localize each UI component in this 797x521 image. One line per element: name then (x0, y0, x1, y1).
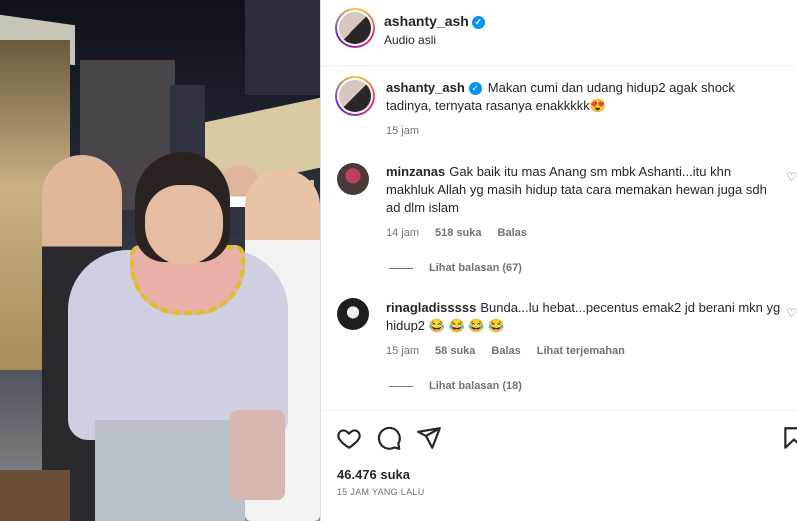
post-author-username[interactable]: ashanty_ash (384, 13, 469, 29)
comment-like-icon[interactable]: ♡ (786, 170, 797, 184)
verified-icon: ✓ (468, 82, 482, 95)
replies-divider (389, 267, 413, 269)
comment-time[interactable]: 15 jam (386, 345, 419, 357)
caption-text: ashanty_ash ✓ Makan cumi dan udang hidup2 … (386, 79, 781, 115)
replies-divider (389, 385, 413, 387)
caption-avatar[interactable] (335, 76, 375, 116)
comment-text: rinagladisssss Bunda...lu hebat...pecentu… (386, 299, 781, 335)
comment-icon[interactable] (376, 425, 402, 451)
comment-avatar[interactable] (337, 163, 369, 195)
comment-meta: 15 jam 58 suka Balas Lihat terjemahan (386, 345, 625, 357)
view-replies-label[interactable]: Lihat balasan (67) (429, 262, 522, 274)
post-video[interactable] (0, 0, 320, 521)
share-icon[interactable] (416, 425, 442, 451)
post-author[interactable]: ashanty_ash ✓ (384, 13, 485, 29)
view-replies-label[interactable]: Lihat balasan (18) (429, 380, 522, 392)
audio-label[interactable]: Audio asli (384, 33, 436, 47)
comment-meta: 14 jam 518 suka Balas (386, 227, 527, 239)
avatar[interactable] (335, 8, 375, 48)
caption-time[interactable]: 15 jam (386, 125, 419, 137)
heart-icon[interactable] (336, 425, 362, 451)
comment-username[interactable]: minzanas (386, 164, 445, 179)
comment-likes[interactable]: 518 suka (435, 227, 481, 239)
comment-like-icon[interactable]: ♡ (786, 306, 797, 320)
bookmark-icon[interactable] (781, 425, 797, 451)
comment-likes[interactable]: 58 suka (435, 345, 475, 357)
reply-button[interactable]: Balas (498, 227, 527, 239)
comment-time[interactable]: 14 jam (386, 227, 419, 239)
view-replies-button[interactable]: Lihat balasan (67) (389, 262, 522, 274)
post-details-panel: ashanty_ash ✓ Audio asli ashanty_ash ✓ Maka… (321, 0, 797, 521)
comment-avatar[interactable] (337, 298, 369, 330)
likes-count[interactable]: 46.476 suka (337, 467, 410, 482)
caption-meta: 15 jam (386, 125, 419, 137)
reply-button[interactable]: Balas (491, 345, 520, 357)
post-actions: 46.476 suka 15 JAM YANG LALU (321, 410, 797, 521)
translate-button[interactable]: Lihat terjemahan (537, 345, 625, 357)
comment-text: minzanas Gak baik itu mas Anang sm mbk As… (386, 163, 781, 217)
post-timestamp[interactable]: 15 JAM YANG LALU (337, 487, 425, 497)
view-replies-button[interactable]: Lihat balasan (18) (389, 380, 522, 392)
post-header: ashanty_ash ✓ Audio asli (321, 0, 797, 66)
verified-icon: ✓ (471, 16, 485, 29)
caption-username[interactable]: ashanty_ash (386, 80, 465, 95)
comment-username[interactable]: rinagladisssss (386, 300, 476, 315)
